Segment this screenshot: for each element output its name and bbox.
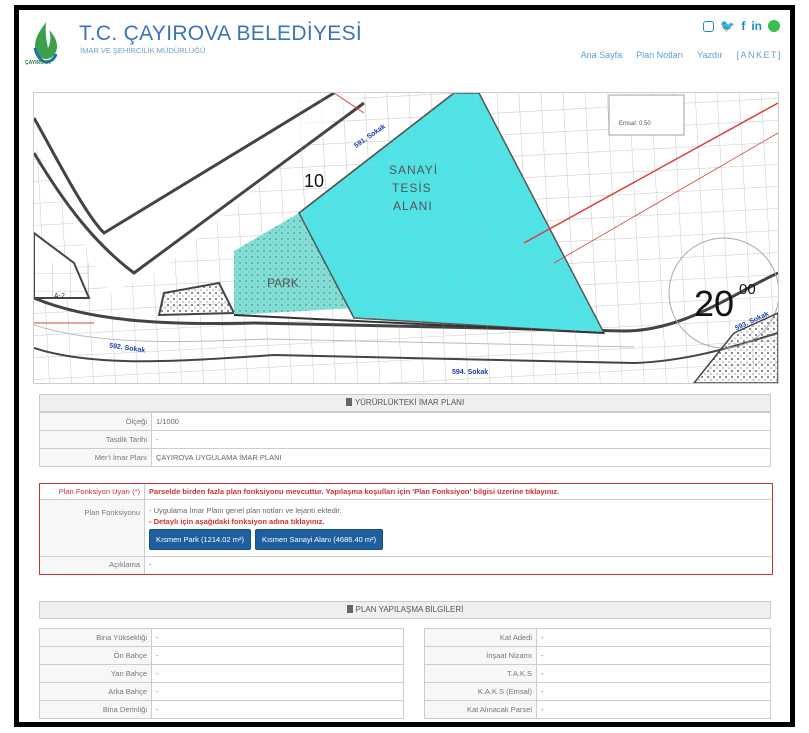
page-frame: ÇAYIROVA T.C. ÇAYIROVA BELEDİYESİ İMAR V…: [14, 5, 795, 727]
table-row: Kat Adedi -: [424, 628, 771, 647]
plan-function-detail-note: - Detaylı için aşağıdaki fonksiyon adına…: [149, 517, 325, 526]
plan-function-key: Plan Fonksiyonu: [40, 500, 145, 556]
plan-function-box: Plan Fonksiyon Uyarı (*) Parselde birden…: [39, 483, 773, 575]
row-key: Tasdik Tarihi: [39, 430, 152, 449]
row-key: Kat Alınacak Parsel: [424, 700, 537, 719]
row-key: Ön Bahçe: [39, 646, 152, 665]
row-key: K.A.K.S (Emsal): [424, 682, 537, 701]
building-info-right: Kat Adedi - İnşaat Nizamı - T.A.K.S - K.A.K…: [424, 628, 771, 719]
building-info-left-table: Bina Yüksekliği - Ön Bahçe - Yan Bahçe - Ar…: [39, 628, 404, 719]
table-row: Bina Derinliği -: [39, 700, 404, 719]
table-row: Kat Alınacak Parsel -: [424, 700, 771, 719]
top-nav: Ana Sayfa Plan Notları Yazdır [ANKET]: [581, 50, 782, 60]
whatsapp-icon[interactable]: [768, 20, 780, 32]
industrial-function-button[interactable]: Kısmen Sanayi Alanı (4686.40 m²): [254, 529, 384, 550]
map-label-sanayi-3: ALANI: [393, 199, 433, 213]
map-label-ayrik: A-2: [54, 293, 65, 300]
document-icon: [345, 398, 352, 406]
header: ÇAYIROVA T.C. ÇAYIROVA BELEDİYESİ İMAR V…: [19, 10, 790, 92]
table-row: Tasdik Tarihi -: [39, 430, 771, 449]
row-value: 1/1000: [151, 412, 771, 431]
map-label-emsal: Emsal: 0.50: [619, 121, 651, 127]
table-row: Yan Bahçe -: [39, 664, 404, 683]
row-key: T.A.K.S: [424, 664, 537, 683]
current-plan-section: YÜRÜRLÜKTEKİ İMAR PLANI Ölçeği 1/1000 Ta…: [39, 394, 771, 467]
page-title: T.C. ÇAYIROVA BELEDİYESİ: [79, 22, 363, 45]
logo-caption: ÇAYIROVA: [25, 60, 51, 66]
map-street-other: 594. Sokak: [452, 369, 489, 376]
row-value: ÇAYIROVA UYGULAMA İMAR PLANI: [151, 448, 771, 467]
description-key: Açıklama: [40, 557, 145, 574]
plan-function-warning-row: Plan Fonksiyon Uyarı (*) Parselde birden…: [40, 484, 772, 500]
plan-function-note: - Uygulama İmar Planı genel plan notları…: [149, 506, 342, 515]
nav-plan-notes[interactable]: Plan Notları: [636, 50, 683, 60]
building-info-right-table: Kat Adedi - İnşaat Nizamı - T.A.K.S - K.A.K…: [424, 628, 771, 719]
row-value: -: [151, 628, 404, 647]
social-links: 🐦 f in: [703, 19, 780, 33]
table-row: Ön Bahçe -: [39, 646, 404, 665]
table-row: İnşaat Nizamı -: [424, 646, 771, 665]
row-key: Bina Yüksekliği: [39, 628, 152, 647]
current-plan-table: Ölçeği 1/1000 Tasdik Tarihi - Mer'i İmar…: [39, 412, 771, 467]
row-value: -: [151, 682, 404, 701]
description-row: Açıklama -: [40, 557, 772, 574]
row-value: -: [151, 430, 771, 449]
row-value: -: [151, 646, 404, 665]
document-icon: [346, 605, 353, 613]
building-info-title-text: PLAN YAPILAŞMA BİLGİLERİ: [355, 605, 464, 614]
building-info-section: PLAN YAPILAŞMA BİLGİLERİ: [39, 601, 771, 619]
row-value: -: [536, 646, 771, 665]
building-info-left: Bina Yüksekliği - Ön Bahçe - Yan Bahçe - Ar…: [39, 628, 404, 719]
page-subtitle: İMAR VE ŞEHİRCİLİK MÜDÜRLÜĞÜ: [80, 46, 206, 55]
row-key: Mer'i İmar Planı: [39, 448, 152, 467]
row-value: -: [151, 664, 404, 683]
current-plan-title: YÜRÜRLÜKTEKİ İMAR PLANI: [39, 394, 771, 412]
warning-key: Plan Fonksiyon Uyarı (*): [40, 484, 145, 499]
park-function-button[interactable]: Kısmen Park (1214.02 m²): [149, 529, 251, 550]
row-value: -: [536, 628, 771, 647]
facebook-icon[interactable]: f: [741, 19, 745, 33]
row-value: -: [536, 682, 771, 701]
row-value: -: [536, 700, 771, 719]
plan-function-value: - Uygulama İmar Planı genel plan notları…: [145, 500, 391, 556]
row-key: Ölçeği: [39, 412, 152, 431]
row-key: Kat Adedi: [424, 628, 537, 647]
linkedin-icon[interactable]: in: [751, 19, 762, 33]
nav-print[interactable]: Yazdır: [697, 50, 722, 60]
table-row: Mer'i İmar Planı ÇAYIROVA UYGULAMA İMAR …: [39, 448, 771, 467]
table-row: T.A.K.S -: [424, 664, 771, 683]
map-label-00: 00: [739, 281, 756, 298]
plan-function-row: Plan Fonksiyonu - Uygulama İmar Planı ge…: [40, 500, 772, 557]
table-row: Arka Bahçe -: [39, 682, 404, 701]
warning-text: Parselde birden fazla plan fonksiyonu me…: [149, 487, 560, 496]
map-label-sanayi-2: TESİS: [392, 181, 432, 195]
row-key: İnşaat Nizamı: [424, 646, 537, 665]
current-plan-title-text: YÜRÜRLÜKTEKİ İMAR PLANI: [354, 398, 465, 407]
table-row: Ölçeği 1/1000: [39, 412, 771, 431]
zoning-map[interactable]: Emsal: 0.50 10 591. Sokak SANAYİ TESİS A…: [33, 92, 779, 384]
map-label-10: 10: [304, 171, 325, 191]
instagram-icon[interactable]: [703, 20, 715, 32]
row-value: -: [151, 700, 404, 719]
building-info-title: PLAN YAPILAŞMA BİLGİLERİ: [39, 601, 771, 619]
table-row: Bina Yüksekliği -: [39, 628, 404, 647]
nav-survey[interactable]: [ANKET]: [736, 50, 782, 60]
twitter-icon[interactable]: 🐦: [720, 19, 735, 33]
map-label-sanayi-1: SANAYİ: [389, 163, 439, 177]
row-value: -: [536, 664, 771, 683]
row-key: Arka Bahçe: [39, 682, 152, 701]
row-key: Yan Bahçe: [39, 664, 152, 683]
row-key: Bina Derinliği: [39, 700, 152, 719]
map-canvas: [34, 93, 778, 383]
description-value: -: [149, 560, 152, 569]
map-label-20: 20: [694, 283, 735, 324]
map-label-park: PARK: [267, 276, 299, 290]
table-row: K.A.K.S (Emsal) -: [424, 682, 771, 701]
municipality-logo: [33, 22, 58, 64]
nav-home[interactable]: Ana Sayfa: [581, 50, 623, 60]
